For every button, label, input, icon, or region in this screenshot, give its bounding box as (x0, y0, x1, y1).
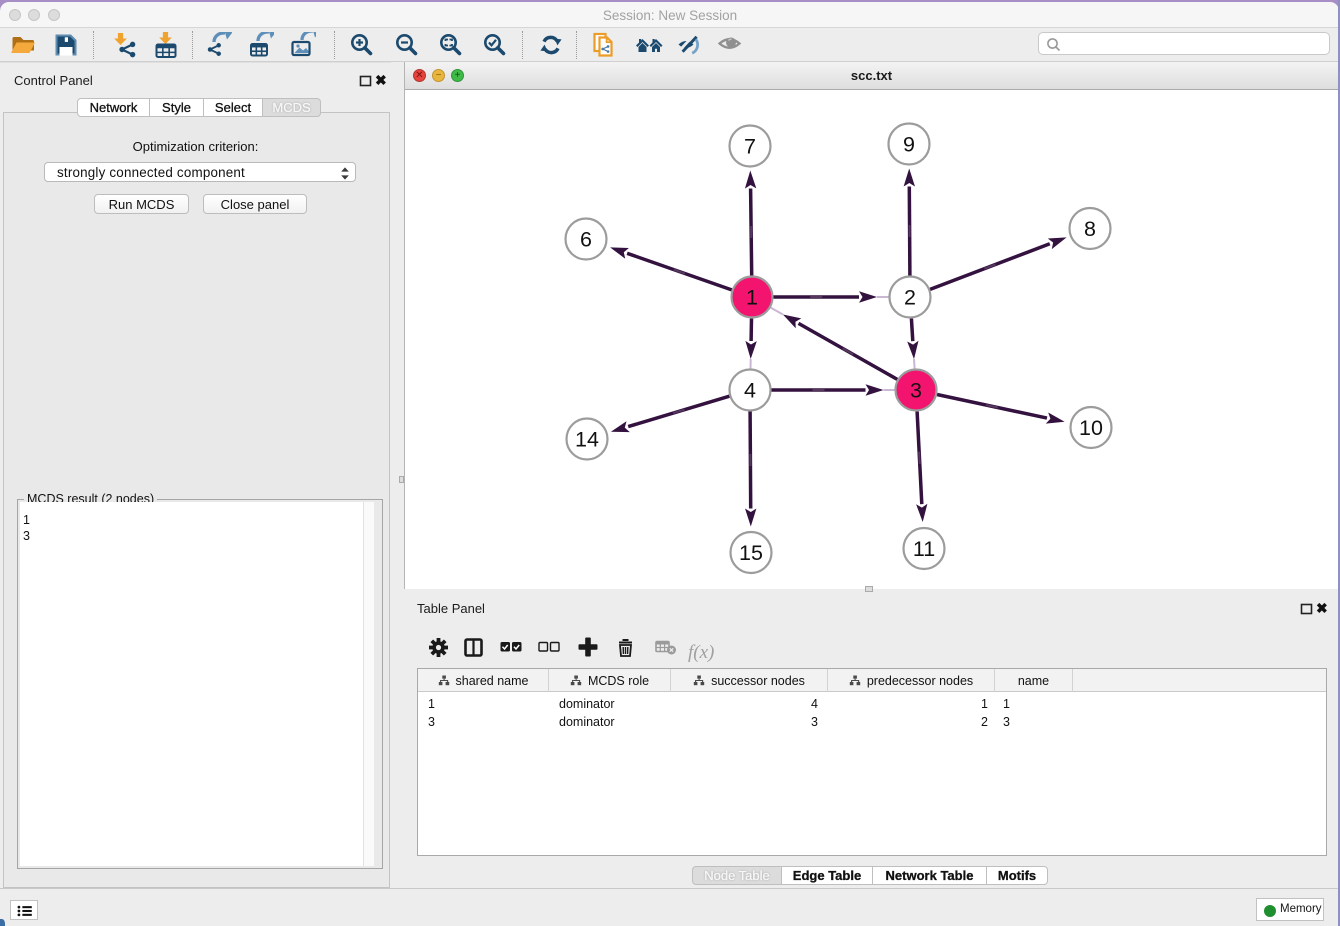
svg-text:14: 14 (575, 428, 599, 452)
svg-text:8: 8 (1084, 217, 1096, 241)
svg-text:9: 9 (903, 133, 915, 157)
svg-text:15: 15 (739, 541, 763, 565)
svg-text:6: 6 (580, 228, 592, 252)
svg-text:4: 4 (744, 379, 756, 403)
svg-text:7: 7 (744, 135, 756, 159)
svg-text:2: 2 (904, 286, 916, 310)
svg-text:1: 1 (746, 286, 758, 310)
svg-text:11: 11 (913, 537, 935, 561)
svg-text:10: 10 (1079, 416, 1103, 440)
svg-text:3: 3 (910, 379, 922, 403)
